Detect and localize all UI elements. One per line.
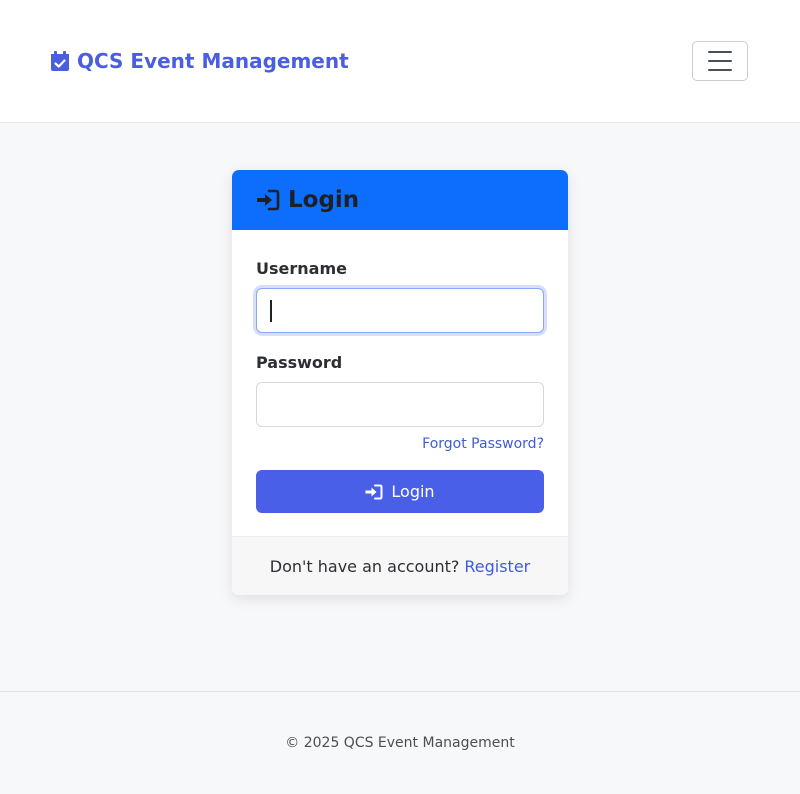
register-prompt: Don't have an account? xyxy=(269,556,460,576)
top-navbar: QCS Event Management xyxy=(0,0,800,123)
hamburger-icon-bar xyxy=(708,69,732,71)
login-form: Username Password Forgot Password? Login xyxy=(232,230,568,536)
login-card-header: Login xyxy=(232,170,568,230)
login-button-label: Login xyxy=(391,482,435,501)
hamburger-icon-bar xyxy=(708,51,732,53)
login-card: Login Username Password Forgot Password?… xyxy=(232,170,568,595)
navbar-toggle-button[interactable] xyxy=(692,41,748,81)
brand-text: QCS Event Management xyxy=(77,49,349,73)
login-card-footer: Don't have an account? Register xyxy=(232,536,568,595)
sign-in-icon xyxy=(365,484,383,499)
login-button[interactable]: Login xyxy=(256,470,544,513)
password-label: Password xyxy=(256,353,343,372)
register-link[interactable]: Register xyxy=(464,557,530,576)
calendar-check-icon xyxy=(51,51,69,71)
forgot-password-link[interactable]: Forgot Password? xyxy=(422,436,544,452)
username-label: Username xyxy=(256,259,347,278)
hamburger-icon-bar xyxy=(708,60,732,62)
username-input[interactable] xyxy=(256,288,544,333)
password-input[interactable] xyxy=(256,382,544,427)
text-caret xyxy=(270,300,272,322)
sign-in-icon xyxy=(257,189,280,211)
page-footer: © 2025 QCS Event Management xyxy=(0,691,800,794)
copyright-text: © 2025 QCS Event Management xyxy=(285,735,515,751)
login-title: Login xyxy=(288,187,360,213)
brand-link[interactable]: QCS Event Management xyxy=(51,49,349,73)
